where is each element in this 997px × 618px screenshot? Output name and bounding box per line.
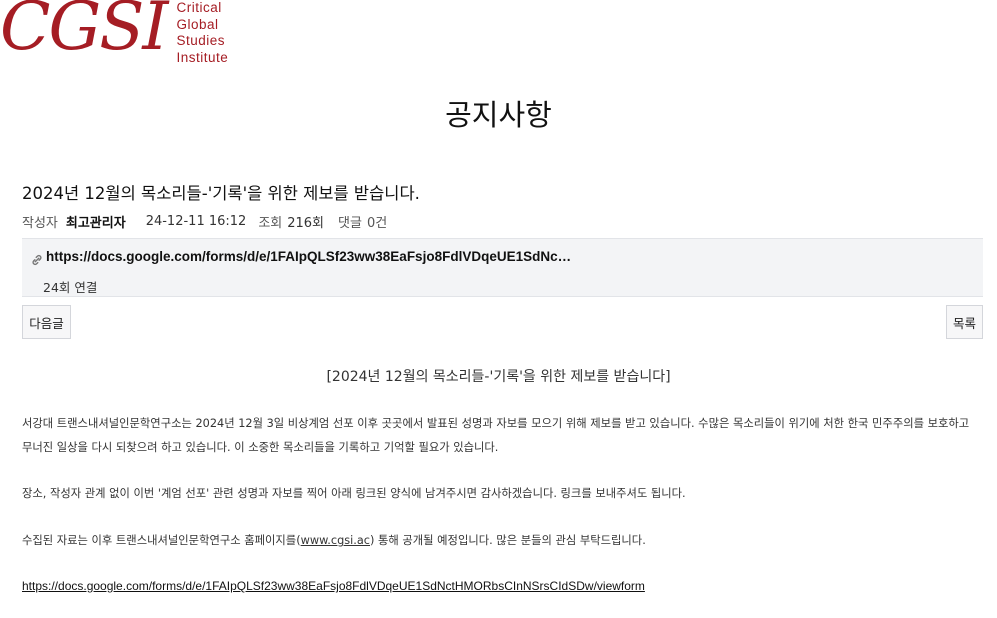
paragraph-3-text-after: ) 통해 공개될 예정입니다. 많은 분들의 관심 부탁드립니다.	[370, 534, 646, 547]
paragraph-3-text-before: 수집된 자료는 이후 트랜스내셔널인문학연구소 홈페이지를(	[22, 534, 301, 547]
google-form-link[interactable]: https://docs.google.com/forms/d/e/1FAIpQ…	[22, 579, 645, 593]
cgsi-site-link[interactable]: www.cgsi.ac	[301, 534, 370, 547]
logo-word-critical: Critical	[176, 0, 222, 15]
post-author[interactable]: 최고관리자	[66, 212, 126, 231]
attached-link[interactable]: https://docs.google.com/forms/d/e/1FAIpQ…	[31, 249, 571, 265]
content-paragraph-2: 장소, 작성자 관계 없이 이번 '계엄 선포' 관련 성명과 자보를 찍어 아…	[22, 487, 686, 500]
author-label: 작성자	[22, 216, 58, 231]
post-date: 24-12-11 16:12	[145, 214, 247, 229]
content-heading: [2024년 12월의 목소리들-'기록'을 위한 제보를 받습니다]	[326, 369, 671, 385]
comments-label: 댓글	[338, 216, 362, 231]
content-paragraph-3: 수집된 자료는 이후 트랜스내셔널인문학연구소 홈페이지를(www.cgsi.a…	[22, 529, 972, 553]
next-post-button[interactable]: 다음글	[22, 305, 71, 339]
link-icon	[31, 251, 43, 265]
logo-word-institute: Institute	[176, 49, 229, 65]
comments-count: 0건	[366, 216, 388, 231]
logo-mark: CGSI	[0, 0, 169, 65]
post-title: 2024년 12월의 목소리들-'기록'을 위한 제보를 받습니다.	[22, 184, 420, 203]
page-title: 공지사항	[445, 98, 552, 132]
logo-word-studies: Studies	[176, 33, 226, 48]
attached-link-url[interactable]: https://docs.google.com/forms/d/e/1FAIpQ…	[46, 249, 571, 264]
content-paragraph-1: 서강대 트랜스내셔널인문학연구소는 2024년 12월 3일 비상계엄 선포 이…	[22, 417, 970, 454]
link-click-count: 24회 연결	[43, 280, 98, 295]
cgsi-logo[interactable]: CGSI Critical Global Studies Institute	[0, 0, 228, 65]
list-button[interactable]: 목록	[946, 305, 983, 339]
logo-wordmark: Critical Global Studies Institute	[177, 0, 229, 66]
post-meta: 작성자 최고관리자 24-12-11 16:12 조회 216회 댓글 0건	[22, 212, 387, 231]
logo-word-global: Global	[176, 16, 219, 32]
content-paragraph-4: https://docs.google.com/forms/d/e/1FAIpQ…	[22, 575, 972, 599]
attached-link-box: https://docs.google.com/forms/d/e/1FAIpQ…	[22, 238, 983, 297]
views-label: 조회	[258, 216, 283, 231]
views-count: 216회	[287, 216, 325, 231]
